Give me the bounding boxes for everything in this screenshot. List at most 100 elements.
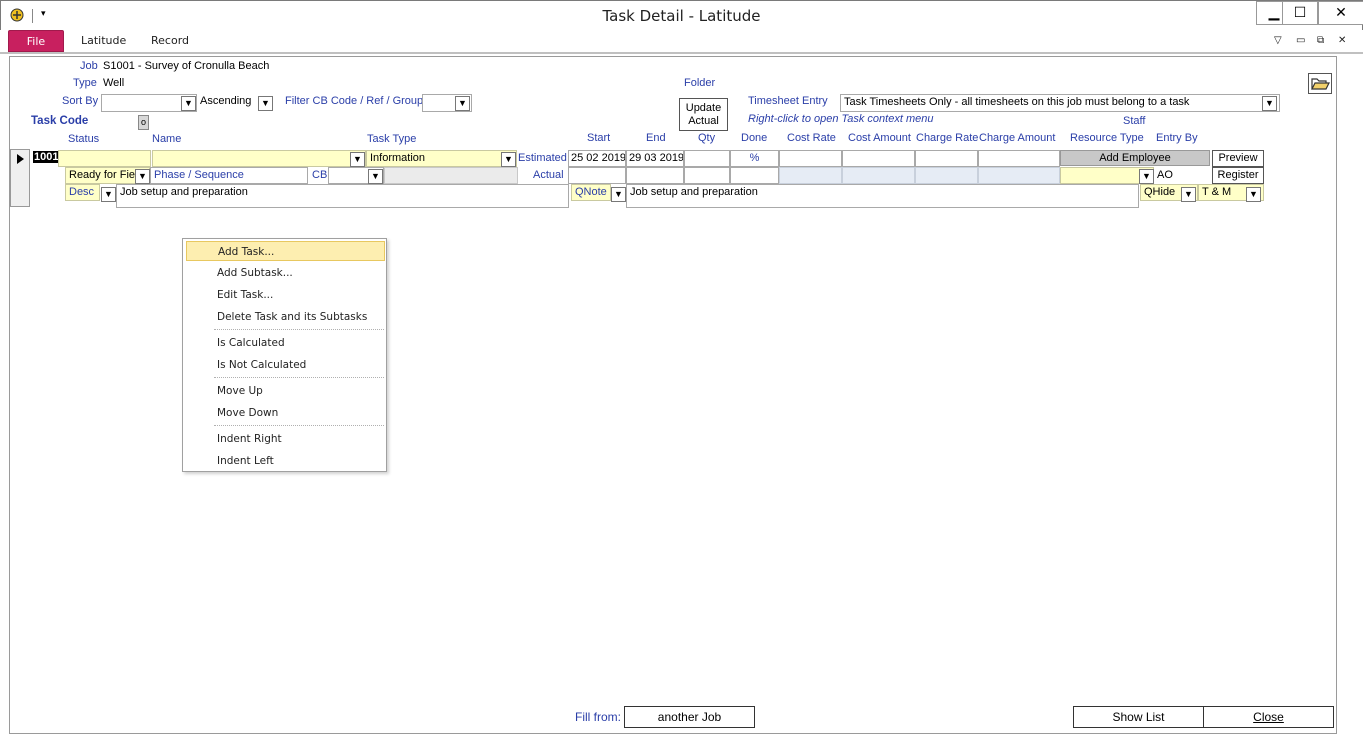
cb-dropdown-icon[interactable]: ▼: [368, 169, 383, 184]
ribbon-collapse-icon[interactable]: ▽: [1274, 30, 1282, 52]
col-end: End: [646, 132, 666, 144]
cost-amount-field[interactable]: [842, 150, 915, 167]
menu-move-up[interactable]: Move Up: [186, 381, 385, 401]
window-title: Task Detail - Latitude: [602, 7, 761, 25]
tab-latitude[interactable]: Latitude: [81, 30, 126, 52]
charge-rate-field[interactable]: [915, 150, 978, 167]
menu-delete-task[interactable]: Delete Task and its Subtasks: [186, 307, 385, 327]
tab-record[interactable]: Record: [151, 30, 189, 52]
form-close-icon[interactable]: ✕: [1338, 30, 1346, 52]
menu-separator: [214, 329, 384, 330]
col-start: Start: [587, 132, 611, 144]
actual-cost-amount-field: [842, 167, 915, 184]
task-code-label: Task Code: [31, 115, 89, 127]
status-dropdown-icon[interactable]: ▼: [135, 169, 150, 184]
filter-dropdown-icon[interactable]: ▼: [455, 96, 470, 111]
filter-label: Filter CB Code / Ref / Group: [285, 95, 424, 107]
phase-sequence-field[interactable]: Phase / Sequence: [150, 167, 308, 184]
another-job-button[interactable]: another Job: [624, 706, 755, 728]
col-task-type: Task Type: [367, 133, 417, 145]
actual-label: Actual: [533, 169, 564, 181]
desc-field[interactable]: Job setup and preparation: [116, 184, 569, 208]
task-name-dropdown-icon[interactable]: ▼: [350, 152, 365, 167]
col-qty: Qty: [698, 132, 716, 144]
qhide-dropdown-icon[interactable]: ▼: [1181, 187, 1196, 202]
desc-label: Desc: [65, 184, 100, 201]
record-selector[interactable]: [10, 149, 30, 207]
form-minimize-icon[interactable]: ▭: [1296, 30, 1305, 52]
close-button[interactable]: Close: [1203, 706, 1334, 728]
menu-indent-left[interactable]: Indent Left: [186, 451, 385, 471]
update-actual-line2: Actual: [688, 115, 719, 127]
actual-qty-field[interactable]: [684, 167, 730, 184]
resource-type-dropdown-icon[interactable]: ▼: [1139, 169, 1154, 184]
open-folder-icon: [1311, 78, 1330, 90]
actual-start-field[interactable]: [568, 167, 626, 184]
ribbon: File Latitude Record ▽ ▭ ⧉ ✕: [0, 30, 1363, 54]
actual-done-field[interactable]: [730, 167, 779, 184]
add-employee-button[interactable]: Add Employee: [1060, 150, 1210, 166]
menu-indent-right[interactable]: Indent Right: [186, 429, 385, 449]
col-resource-type: Resource Type: [1070, 132, 1144, 144]
timesheet-entry-label: Timesheet Entry: [748, 95, 828, 107]
cost-rate-field[interactable]: [779, 150, 842, 167]
actual-end-field[interactable]: [626, 167, 684, 184]
cb-label: CB: [312, 169, 328, 181]
close-window-button[interactable]: ✕: [1318, 1, 1363, 25]
entry-by-value: AO: [1157, 169, 1173, 181]
qnote-dropdown-icon[interactable]: ▼: [611, 187, 626, 202]
type-value: Well: [103, 77, 125, 89]
task-code-button[interactable]: o: [138, 115, 149, 130]
task-type-dropdown-icon[interactable]: ▼: [501, 152, 516, 167]
cb-description-field: [384, 167, 518, 184]
qnote-field[interactable]: Job setup and preparation: [626, 184, 1139, 208]
maximize-button[interactable]: ☐: [1282, 1, 1318, 25]
col-charge-amount: Charge Amount: [979, 132, 1056, 144]
sort-by-dropdown-icon[interactable]: ▼: [181, 96, 196, 111]
title-bar: ▾ Task Detail - Latitude ▁ ☐ ✕: [0, 0, 1363, 30]
menu-add-subtask[interactable]: Add Subtask...: [186, 263, 385, 283]
type-label: Type: [73, 77, 97, 89]
billing-dropdown-icon[interactable]: ▼: [1246, 187, 1261, 202]
folder-label: Folder: [684, 77, 716, 89]
register-button[interactable]: Register: [1212, 167, 1264, 184]
current-record-arrow-icon: [17, 154, 24, 164]
sort-by-label: Sort By: [62, 95, 99, 107]
task-type-field[interactable]: Information: [366, 150, 517, 167]
menu-move-down[interactable]: Move Down: [186, 403, 385, 423]
task-context-menu: Add Task... Add Subtask... Edit Task... …: [182, 238, 387, 472]
preview-button[interactable]: Preview: [1212, 150, 1264, 167]
end-date-field[interactable]: 29 03 2019: [626, 150, 684, 167]
menu-add-task[interactable]: Add Task...: [186, 241, 385, 261]
task-code-field[interactable]: [58, 150, 151, 167]
timesheet-entry-field[interactable]: Task Timesheets Only - all timesheets on…: [840, 94, 1280, 112]
menu-is-not-calculated[interactable]: Is Not Calculated: [186, 355, 385, 375]
charge-amount-field[interactable]: [978, 150, 1060, 167]
menu-edit-task[interactable]: Edit Task...: [186, 285, 385, 305]
qnote-label: QNote: [571, 184, 611, 201]
col-cost-amount: Cost Amount: [848, 132, 911, 144]
estimated-label: Estimated: [518, 152, 567, 164]
desc-dropdown-icon[interactable]: ▼: [101, 187, 116, 202]
col-done: Done: [741, 132, 768, 144]
task-code-value[interactable]: 1001: [33, 151, 60, 163]
form-restore-icon[interactable]: ⧉: [1317, 30, 1324, 52]
task-name-field[interactable]: [152, 150, 366, 167]
sort-order-dropdown-icon[interactable]: ▼: [258, 96, 273, 111]
menu-is-calculated[interactable]: Is Calculated: [186, 333, 385, 353]
actual-charge-rate-field: [915, 167, 978, 184]
col-charge-rate: Charge Rate: [916, 132, 979, 144]
timesheet-entry-dropdown-icon[interactable]: ▼: [1262, 96, 1277, 111]
actual-cost-rate-field: [779, 167, 842, 184]
qty-field[interactable]: [684, 150, 730, 167]
start-date-field[interactable]: 25 02 2019: [568, 150, 626, 167]
fill-from-label: Fill from:: [575, 710, 621, 724]
open-folder-button[interactable]: [1308, 73, 1332, 94]
update-actual-line1: Update: [685, 102, 722, 114]
col-entry-by: Entry By: [1156, 132, 1198, 144]
staff-label: Staff: [1123, 115, 1146, 127]
show-list-button[interactable]: Show List: [1073, 706, 1204, 728]
done-field[interactable]: %: [730, 150, 779, 167]
update-actual-button[interactable]: Update Actual: [679, 98, 728, 131]
tab-file[interactable]: File: [8, 30, 64, 52]
